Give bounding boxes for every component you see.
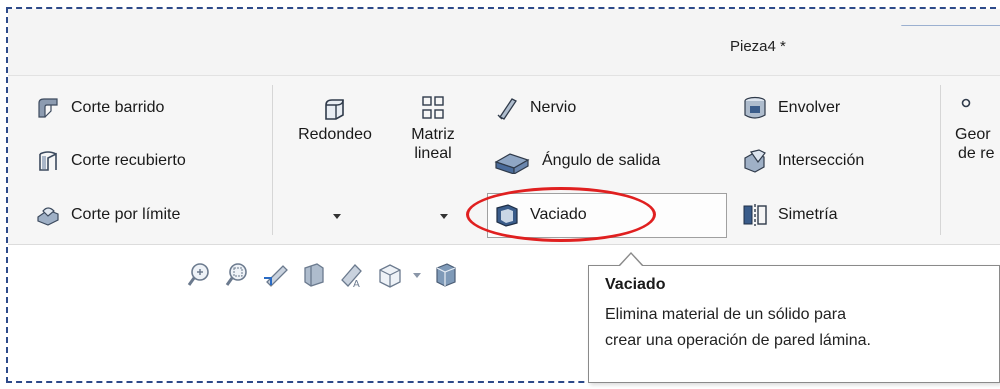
- window-title: Pieza4 *: [730, 38, 786, 55]
- section-view-icon[interactable]: [299, 260, 329, 290]
- boundary-cut-icon: [35, 202, 61, 228]
- rib-button[interactable]: Nervio: [494, 95, 576, 121]
- mirror-button[interactable]: Simetría: [742, 202, 838, 228]
- swept-cut-icon: [35, 95, 61, 121]
- intersect-label: Intersección: [778, 152, 865, 169]
- tooltip-description-line1: Elimina material de un sólido para: [605, 306, 847, 323]
- wrap-button[interactable]: Envolver: [742, 95, 840, 121]
- lofted-cut-icon: [35, 148, 61, 174]
- reference-geometry-label-line2: de re: [958, 145, 995, 162]
- view-orientation-icon[interactable]: [375, 260, 405, 290]
- tooltip-description-line2: crear una operación de pared lámina.: [605, 332, 871, 349]
- tooltip-title: Vaciado: [605, 276, 666, 293]
- draft-label: Ángulo de salida: [542, 152, 661, 169]
- wrap-icon: [742, 95, 768, 121]
- reference-geometry-button[interactable]: Geor de re: [955, 95, 1000, 163]
- linear-pattern-icon: [408, 95, 458, 125]
- draft-icon: [494, 148, 532, 176]
- zoom-to-area-icon[interactable]: [223, 260, 253, 290]
- corner-decoration: [900, 9, 1000, 26]
- linear-pattern-label-line2: lineal: [414, 145, 452, 162]
- linear-pattern-button[interactable]: Matriz lineal: [408, 95, 458, 163]
- dynamic-annotation-views-icon[interactable]: A: [337, 260, 367, 290]
- fillet-icon: [285, 95, 385, 125]
- display-style-icon[interactable]: [431, 260, 461, 290]
- reference-geometry-icon: [955, 95, 1000, 125]
- view-orientation-dropdown-icon[interactable]: [413, 271, 421, 279]
- ribbon-separator: [272, 85, 273, 235]
- rib-icon: [494, 95, 520, 121]
- svg-text:A: A: [353, 279, 360, 290]
- title-bar: [8, 9, 1000, 76]
- draft-button[interactable]: Ángulo de salida: [494, 148, 661, 176]
- previous-view-icon[interactable]: [261, 260, 291, 290]
- linear-pattern-label-line1: Matriz: [411, 126, 455, 143]
- tooltip-description: Elimina material de un sólido para crear…: [605, 302, 871, 354]
- fillet-dropdown-icon[interactable]: [333, 214, 341, 219]
- shell-tooltip: Vaciado Elimina material de un sólido pa…: [588, 265, 1000, 383]
- intersect-button[interactable]: Intersección: [742, 148, 864, 174]
- lofted-cut-button[interactable]: Corte recubierto: [35, 148, 186, 174]
- tooltip-pointer-fill: [620, 254, 642, 266]
- mirror-label: Simetría: [778, 206, 838, 223]
- linear-pattern-dropdown-icon[interactable]: [440, 214, 448, 219]
- boundary-cut-button[interactable]: Corte por límite: [35, 202, 180, 228]
- ribbon-separator: [940, 85, 941, 235]
- swept-cut-button[interactable]: Corte barrido: [35, 95, 164, 121]
- reference-geometry-label-line1: Geor: [955, 126, 991, 143]
- lofted-cut-label: Corte recubierto: [71, 152, 186, 169]
- intersect-icon: [742, 148, 768, 174]
- zoom-to-fit-icon[interactable]: [185, 260, 215, 290]
- fillet-label: Redondeo: [298, 126, 372, 143]
- highlight-ellipse: [466, 187, 656, 242]
- rib-label: Nervio: [530, 99, 577, 116]
- boundary-cut-label: Corte por límite: [71, 206, 181, 223]
- heads-up-view-toolbar: A: [185, 255, 469, 295]
- mirror-icon: [742, 202, 768, 228]
- fillet-button[interactable]: Redondeo: [285, 95, 385, 144]
- wrap-label: Envolver: [778, 99, 841, 116]
- swept-cut-label: Corte barrido: [71, 99, 165, 116]
